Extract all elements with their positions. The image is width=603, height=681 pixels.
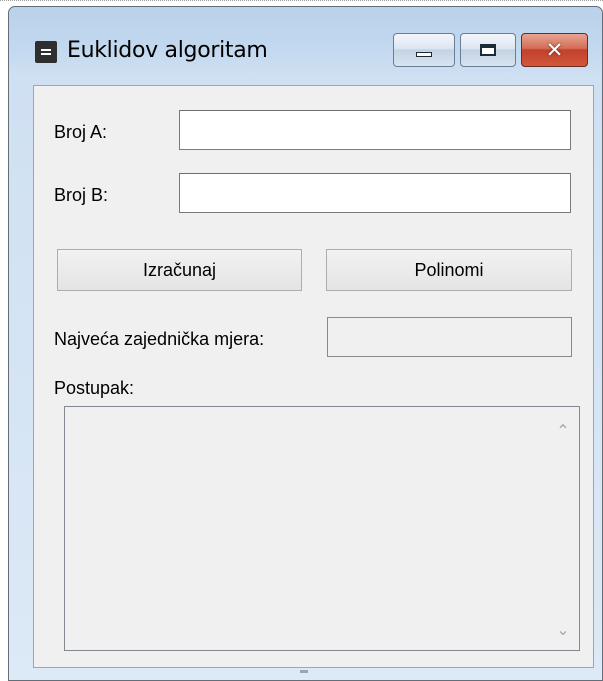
form-client-area: Broj A: Broj B: Izračunaj Polinomi Najve… <box>33 85 594 668</box>
scroll-up-icon[interactable]: ⌃ <box>554 422 572 440</box>
minimize-icon <box>416 51 432 57</box>
postupak-textarea[interactable]: ⌃ ⌄ <box>64 406 580 651</box>
postupak-label: Postupak: <box>54 378 135 398</box>
nzm-label: Najveća zajednička mjera: <box>54 329 265 349</box>
vertical-scrollbar[interactable]: ⌃ ⌄ <box>548 408 578 649</box>
close-icon: ✕ <box>545 37 564 62</box>
close-button[interactable]: ✕ <box>521 33 588 67</box>
izracunaj-button[interactable]: Izračunaj <box>57 249 302 291</box>
scroll-down-icon[interactable]: ⌄ <box>554 621 572 639</box>
maximize-icon <box>480 44 496 56</box>
minimize-button[interactable] <box>393 33 455 67</box>
broj-b-label: Broj B: <box>54 185 109 205</box>
window-frame: Euklidov algoritam ✕ Broj A: Broj B: Izr… <box>8 6 603 681</box>
app-menu-icon[interactable] <box>35 41 57 63</box>
polinomi-button[interactable]: Polinomi <box>326 249 572 291</box>
broj-a-label: Broj A: <box>54 122 108 142</box>
window-title: Euklidov algoritam <box>67 38 268 63</box>
title-bar[interactable]: Euklidov algoritam ✕ <box>9 7 602 85</box>
nzm-output[interactable] <box>327 317 572 357</box>
broj-b-input[interactable] <box>179 173 571 213</box>
frame-bottom-marker <box>300 670 308 673</box>
screen-edge-dots <box>0 0 603 3</box>
broj-a-input[interactable] <box>179 110 571 150</box>
maximize-button[interactable] <box>460 33 516 67</box>
